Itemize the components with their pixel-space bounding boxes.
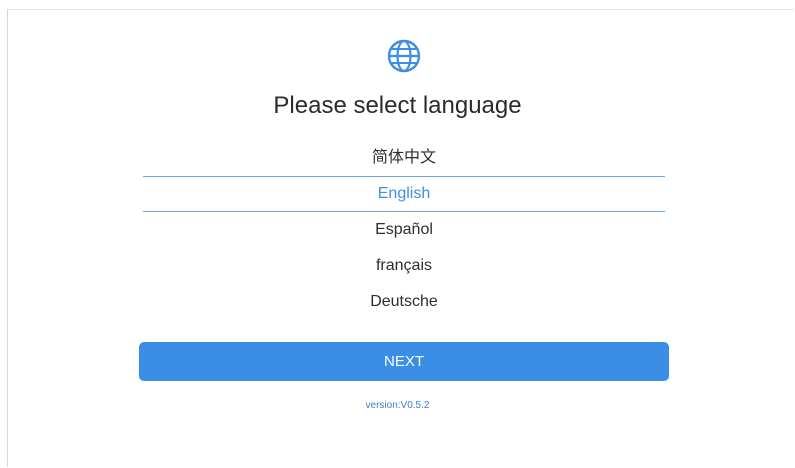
language-list: 简体中文 English Español français Deutsche — [143, 140, 665, 320]
language-option-spanish[interactable]: Español — [143, 212, 665, 248]
page-title: Please select language — [273, 92, 522, 119]
language-option-chinese[interactable]: 简体中文 — [143, 140, 665, 176]
globe-icon — [387, 39, 421, 73]
language-option-english[interactable]: English — [143, 176, 665, 212]
next-button[interactable]: NEXT — [139, 342, 669, 381]
version-label: version:V0.5.2 — [365, 400, 430, 411]
language-option-french[interactable]: français — [143, 248, 665, 284]
language-option-german[interactable]: Deutsche — [143, 284, 665, 320]
